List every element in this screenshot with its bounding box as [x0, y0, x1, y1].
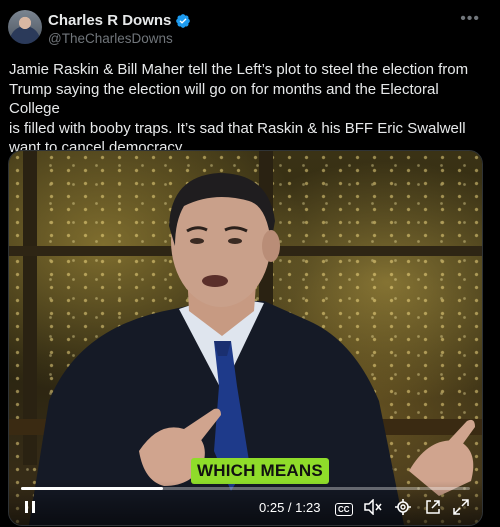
video-player[interactable]: WHICH MEANS 0:25 / 1:23 CC: [8, 150, 483, 526]
closed-captions-icon[interactable]: CC: [335, 499, 353, 516]
more-options-icon[interactable]: •••: [460, 10, 480, 28]
time-display: 0:25 / 1:23: [259, 500, 321, 515]
author-handle[interactable]: @TheCharlesDowns: [48, 31, 173, 46]
video-controls: 0:25 / 1:23 CC: [9, 481, 482, 525]
progress-fill: [21, 487, 163, 490]
settings-icon[interactable]: [395, 499, 411, 515]
mute-icon[interactable]: [364, 499, 382, 515]
verified-badge-icon: [176, 13, 191, 28]
tweet-text: Jamie Raskin & Bill Maher tell the Left’…: [9, 61, 469, 156]
cc-label: CC: [335, 503, 353, 516]
progress-bar[interactable]: [21, 487, 470, 490]
tweet: Charles R Downs @TheCharlesDowns ••• Jam…: [0, 0, 500, 527]
author-name[interactable]: Charles R Downs: [48, 12, 171, 29]
pause-icon[interactable]: [23, 500, 37, 514]
pop-out-icon[interactable]: [425, 499, 441, 515]
avatar[interactable]: [8, 10, 42, 44]
author-row: Charles R Downs: [48, 12, 191, 29]
fullscreen-icon[interactable]: [453, 499, 469, 515]
